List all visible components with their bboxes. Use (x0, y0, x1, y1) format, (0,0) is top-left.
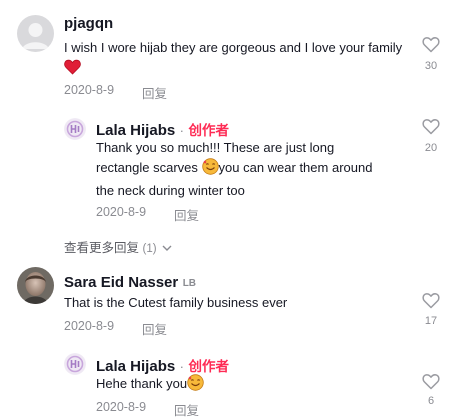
reply-date: 2020-8-9 (96, 205, 147, 219)
heart-outline-icon[interactable] (422, 292, 440, 309)
heart-outline-icon[interactable] (422, 118, 440, 135)
like-count: 6 (427, 395, 435, 407)
comment-text: That is the Cutest family business ever (64, 295, 288, 310)
reply-text-line: Thank you so much!!! These are just long (96, 140, 335, 155)
avatar-sara-eid-nasser[interactable] (17, 267, 54, 304)
reply-button[interactable]: 回复 (174, 400, 199, 419)
creator-badge: 创作者 (188, 359, 229, 374)
reply-button[interactable]: 回复 (174, 205, 199, 224)
like-button[interactable]: 17 (417, 292, 445, 327)
reply-text-line: rectangle scarves you can wear them arou… (96, 158, 406, 181)
view-more-replies[interactable]: 查看更多回复 (1) (64, 237, 172, 256)
reply-text-line: the neck during winter too (96, 183, 245, 198)
avatar-pjagqn[interactable] (17, 15, 54, 52)
smiling-face-hearts-emoji (187, 374, 204, 397)
user-badge: LB (182, 278, 197, 289)
reply-text: Thank you so much!!! These are just long… (96, 138, 406, 201)
reply-header: Lala Hijabs · 创作者 (96, 119, 229, 140)
comment-date: 2020-8-9 (64, 83, 115, 97)
username[interactable]: pjagqn (64, 15, 113, 32)
reply-text-body: Hehe thank you (96, 376, 188, 391)
reply-button[interactable]: 回复 (142, 319, 167, 338)
view-more-label: 查看更多回复 (64, 241, 140, 255)
reply-text-fragment: you can wear them around (218, 160, 373, 175)
lala-hijabs-logo (64, 118, 86, 140)
view-more-count: (1) (142, 243, 157, 255)
creator-badge: 创作者 (188, 123, 229, 138)
avatar-lala-hijabs[interactable] (64, 353, 86, 375)
like-button[interactable]: 20 (417, 118, 445, 154)
like-count: 17 (424, 315, 438, 327)
like-count: 30 (424, 60, 438, 72)
username[interactable]: Lala Hijabs (96, 122, 175, 139)
comment-text: I wish I wore hijab they are gorgeous an… (64, 38, 404, 81)
smiling-face-hearts-emoji (201, 158, 219, 181)
like-count: 20 (424, 142, 438, 154)
avatar-lala-hijabs[interactable] (64, 118, 86, 140)
reply-date: 2020-8-9 (96, 400, 147, 414)
comment-date: 2020-8-9 (64, 319, 115, 333)
lala-hijabs-logo (64, 353, 86, 375)
default-user-icon (22, 23, 49, 49)
username[interactable]: Lala Hijabs (96, 358, 175, 375)
reply-text: Hehe thank you (96, 374, 396, 397)
comment-text-body: I wish I wore hijab they are gorgeous an… (64, 40, 403, 55)
chevron-down-icon (162, 245, 172, 251)
separator-dot: · (179, 123, 184, 138)
reply-header: Lala Hijabs · 创作者 (96, 355, 229, 376)
separator-dot: · (179, 359, 184, 374)
like-button[interactable]: 6 (417, 373, 445, 407)
heart-outline-icon[interactable] (422, 373, 440, 390)
profile-photo (17, 267, 54, 304)
red-heart-emoji (64, 59, 81, 81)
comment-header: Sara Eid Nasser LB (64, 274, 196, 292)
username[interactable]: Sara Eid Nasser (64, 274, 178, 291)
reply-text-fragment: rectangle scarves (96, 160, 198, 175)
reply-button[interactable]: 回复 (142, 83, 167, 102)
heart-outline-icon[interactable] (422, 36, 440, 53)
like-button[interactable]: 30 (417, 36, 445, 72)
